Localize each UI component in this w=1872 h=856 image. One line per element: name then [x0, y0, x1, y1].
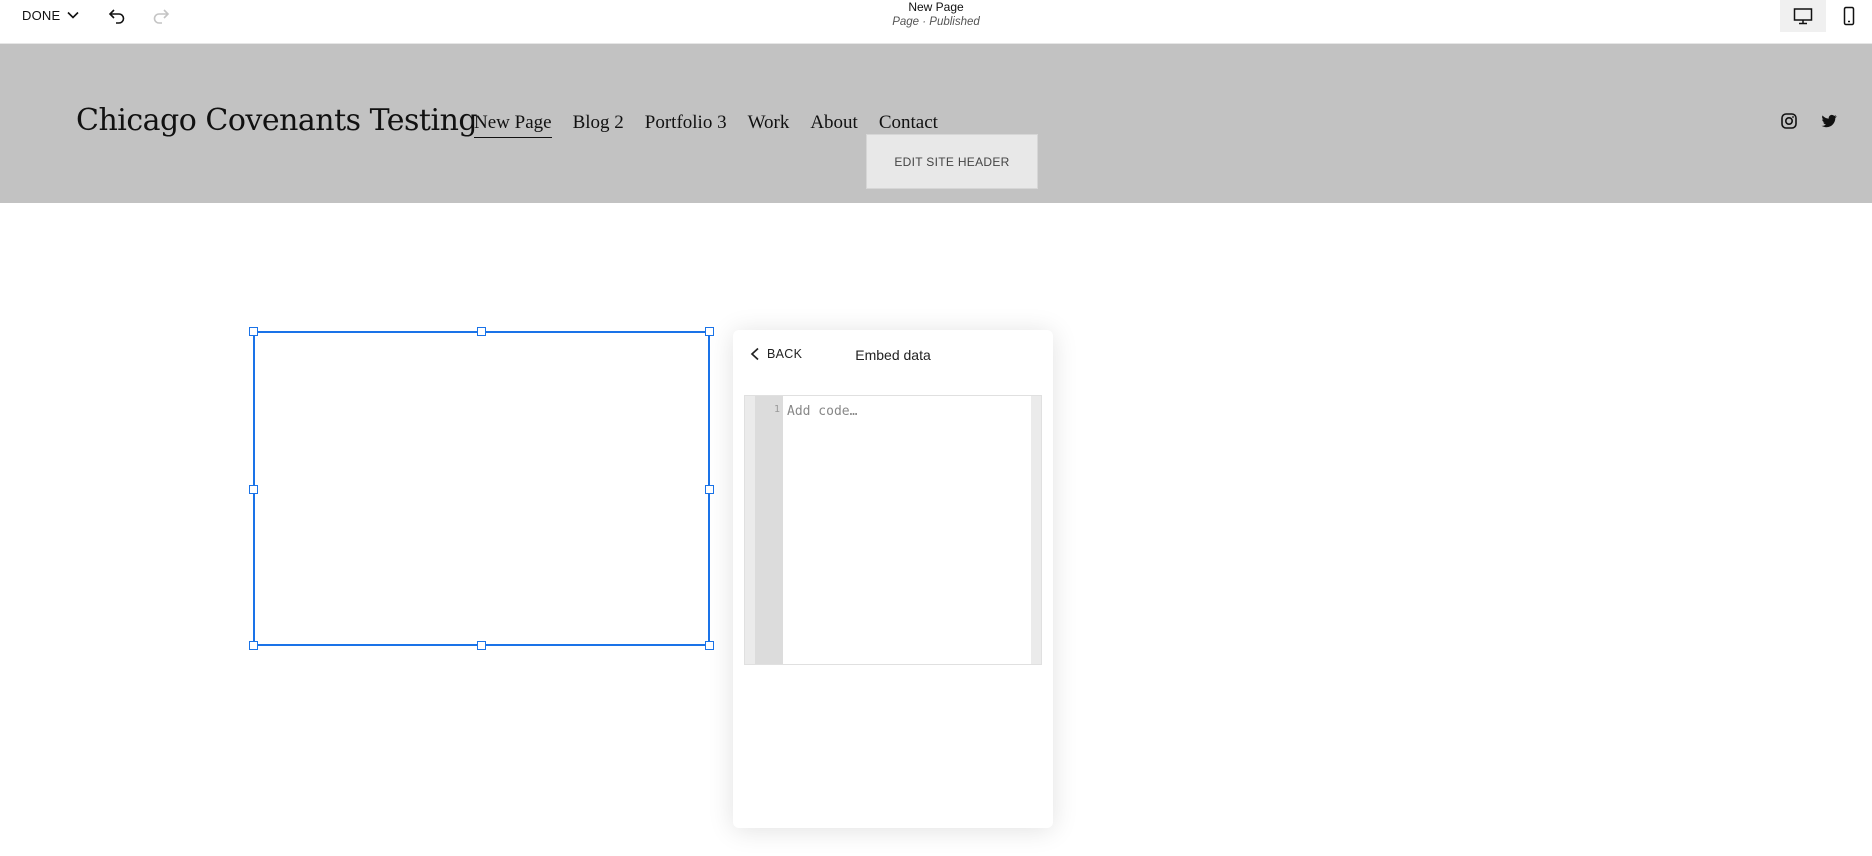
nav-item-about[interactable]: About — [810, 112, 858, 138]
back-button[interactable]: BACK — [749, 347, 802, 361]
social-links — [1780, 112, 1838, 130]
chevron-left-icon — [750, 347, 759, 361]
twitter-icon — [1821, 114, 1837, 128]
resize-handle-top-left[interactable] — [249, 327, 258, 336]
undo-button[interactable] — [105, 4, 129, 26]
nav-item-new-page[interactable]: New Page — [474, 112, 552, 138]
page-title: New Page — [908, 0, 964, 14]
resize-handle-right[interactable] — [705, 485, 714, 494]
redo-icon — [153, 9, 170, 24]
code-editor: 1 — [744, 395, 1042, 665]
resize-handle-top[interactable] — [477, 327, 486, 336]
site-header: Chicago Covenants Testing New Page Blog … — [0, 44, 1872, 203]
nav-item-portfolio-3[interactable]: Portfolio 3 — [645, 112, 727, 138]
done-button[interactable]: DONE — [22, 4, 80, 26]
desktop-icon — [1793, 8, 1813, 25]
page-info: New Page Page · Published — [0, 0, 1872, 30]
code-input[interactable] — [783, 396, 1031, 664]
instagram-link[interactable] — [1780, 112, 1798, 130]
page-status: Page · Published — [892, 16, 980, 28]
done-label: DONE — [22, 7, 61, 23]
resize-handle-bottom-right[interactable] — [705, 641, 714, 650]
redo-button[interactable] — [149, 4, 173, 26]
twitter-link[interactable] — [1820, 112, 1838, 130]
line-number-gutter: 1 — [755, 396, 783, 664]
nav-item-blog-2[interactable]: Blog 2 — [573, 112, 624, 138]
site-title[interactable]: Chicago Covenants Testing — [76, 103, 478, 138]
nav-item-work[interactable]: Work — [748, 112, 790, 138]
resize-handle-bottom[interactable] — [477, 641, 486, 650]
device-toggle — [1780, 0, 1872, 32]
mobile-view-button[interactable] — [1826, 0, 1872, 32]
back-label: BACK — [767, 347, 803, 361]
instagram-icon — [1781, 113, 1797, 129]
mobile-icon — [1843, 6, 1855, 26]
resize-handle-bottom-left[interactable] — [249, 641, 258, 650]
resize-handle-top-right[interactable] — [705, 327, 714, 336]
line-number: 1 — [773, 404, 780, 415]
undo-icon — [108, 9, 125, 24]
edit-site-header-button[interactable]: EDIT SITE HEADER — [866, 134, 1038, 189]
chevron-down-icon — [67, 11, 79, 19]
resize-handle-left[interactable] — [249, 485, 258, 494]
editor-toolbar: DONE New Page Page · Published — [0, 0, 1872, 44]
embed-block-selected[interactable] — [249, 327, 714, 650]
desktop-view-button[interactable] — [1780, 0, 1826, 32]
embed-data-panel: BACK Embed data 1 — [733, 330, 1053, 828]
